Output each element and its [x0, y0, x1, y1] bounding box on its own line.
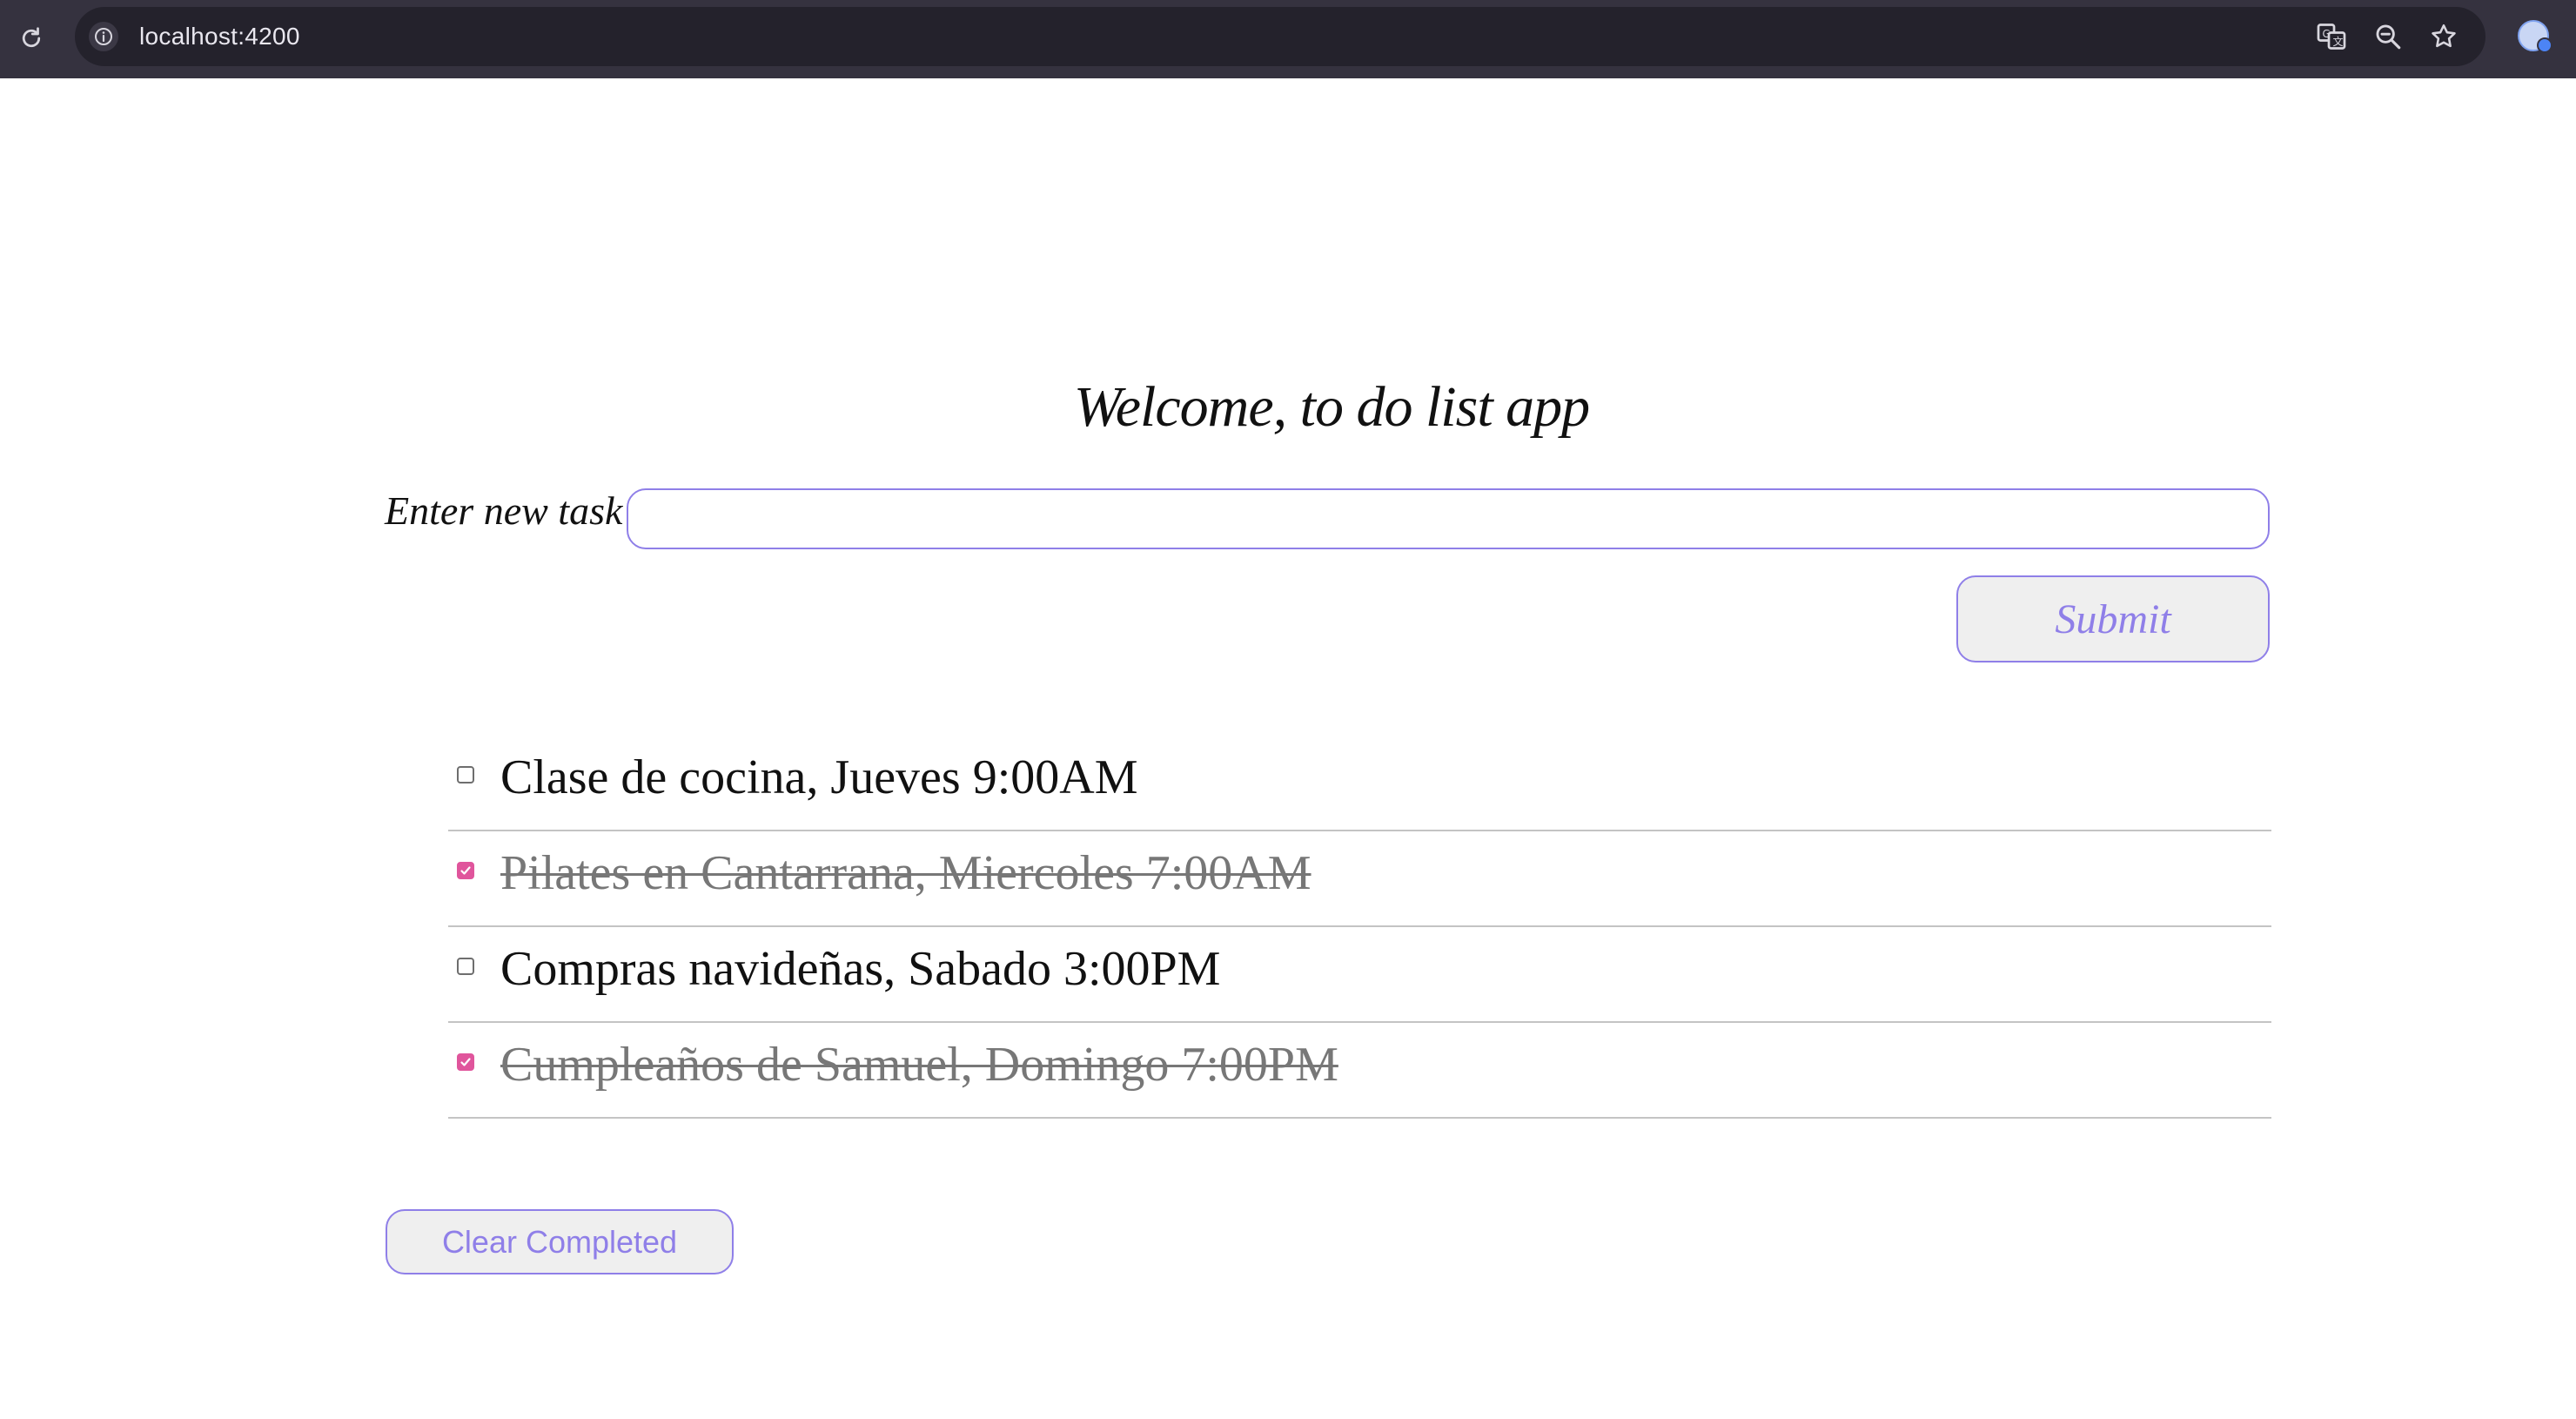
task-checkbox[interactable] [457, 862, 474, 879]
task-text: Compras navideñas, Sabado 3:00PM [500, 942, 1221, 996]
profile-avatar[interactable] [2518, 20, 2553, 53]
browser-toolbar: localhost:4200 G 文 [0, 0, 2576, 78]
task-text: Pilates en Cantarrana, Miercoles 7:00AM [500, 846, 1311, 900]
task-item: Cumpleaños de Samuel, Domingo 7:00PM [448, 1023, 2271, 1119]
task-text: Cumpleaños de Samuel, Domingo 7:00PM [500, 1038, 1338, 1092]
page-title: Welcome, to do list app [1073, 375, 1590, 439]
submit-button[interactable]: Submit [1956, 575, 2270, 662]
reload-icon[interactable] [14, 21, 49, 56]
task-item: Compras navideñas, Sabado 3:00PM [448, 927, 2271, 1023]
clear-completed-button[interactable]: Clear Completed [386, 1209, 734, 1274]
task-checkbox[interactable] [457, 1053, 474, 1071]
new-task-label: Enter new task [385, 488, 623, 533]
translate-icon[interactable]: G 文 [2314, 19, 2349, 54]
task-checkbox[interactable] [457, 766, 474, 783]
task-text: Clase de cocina, Jueves 9:00AM [500, 750, 1138, 804]
svg-text:G: G [2323, 28, 2331, 40]
url-text[interactable]: localhost:4200 [139, 7, 300, 66]
task-list: Clase de cocina, Jueves 9:00AM Pilates e… [448, 736, 2271, 1119]
task-item: Pilates en Cantarrana, Miercoles 7:00AM [448, 831, 2271, 927]
task-item: Clase de cocina, Jueves 9:00AM [448, 736, 2271, 831]
zoom-out-icon[interactable] [2371, 19, 2405, 54]
new-task-input[interactable] [627, 488, 2270, 549]
info-icon[interactable] [89, 22, 118, 51]
svg-text:文: 文 [2333, 35, 2344, 48]
address-bar[interactable]: localhost:4200 G 文 [75, 7, 2485, 66]
task-checkbox[interactable] [457, 958, 474, 975]
star-icon[interactable] [2426, 19, 2461, 54]
